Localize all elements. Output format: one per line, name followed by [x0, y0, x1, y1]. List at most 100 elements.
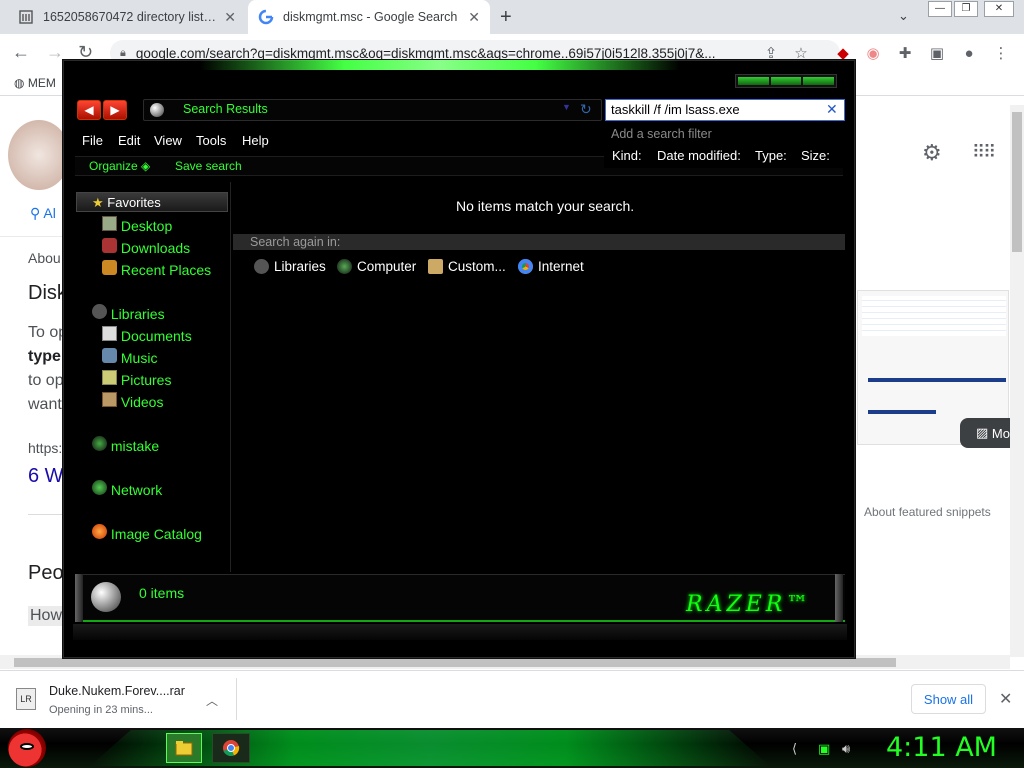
download-file-name[interactable]: Duke.Nukem.Forev....rar: [49, 684, 185, 698]
maximize-button[interactable]: [770, 77, 802, 85]
sidepanel-icon[interactable]: ▣: [928, 44, 946, 62]
nav-favorites[interactable]: ★ Favorites: [92, 195, 161, 211]
nav-desktop[interactable]: Desktop: [102, 216, 172, 234]
back-icon[interactable]: ←: [12, 42, 30, 63]
close-tab-icon[interactable]: ✕: [224, 9, 236, 26]
result-title[interactable]: 6 W: [28, 465, 64, 488]
menu-tools[interactable]: Tools: [196, 133, 226, 148]
image-icon: ▨: [976, 425, 989, 440]
computer-icon: [337, 259, 352, 274]
archive-file-icon: LR: [16, 688, 36, 710]
filter-date-modified[interactable]: Date modified:: [657, 148, 741, 163]
snippet-line: type: [28, 348, 61, 365]
search-again-libraries[interactable]: Libraries: [254, 259, 326, 274]
filter-kind[interactable]: Kind:: [612, 148, 642, 163]
tab-all[interactable]: ⚲ Al: [30, 205, 56, 222]
settings-gear-icon[interactable]: ⚙: [922, 140, 942, 166]
nav-pictures[interactable]: Pictures: [102, 370, 171, 388]
libraries-icon: [254, 259, 269, 274]
profile-icon[interactable]: ●: [960, 44, 978, 62]
tab-search-icon[interactable]: ⌄: [898, 8, 909, 24]
taskbar-clock[interactable]: 4:11 AM: [886, 732, 997, 763]
result-url[interactable]: https:: [28, 440, 62, 456]
nav-downloads[interactable]: Downloads: [102, 238, 190, 256]
menu-edit[interactable]: Edit: [118, 133, 140, 148]
save-search-button[interactable]: Save search: [175, 159, 242, 173]
pictures-icon: [102, 370, 117, 385]
vertical-scroll-thumb[interactable]: [1012, 112, 1022, 252]
google-doodle[interactable]: [8, 120, 70, 190]
new-tab-button[interactable]: +: [500, 6, 512, 29]
user-orb-icon: [92, 436, 107, 451]
search-again-computer[interactable]: Computer: [337, 259, 416, 274]
apps-grid-icon[interactable]: ⠿⠿: [972, 142, 996, 163]
nav-documents[interactable]: Documents: [102, 326, 192, 344]
close-tab-icon[interactable]: ✕: [468, 9, 480, 26]
clear-search-icon[interactable]: ✕: [826, 101, 838, 118]
about-text: Abou: [28, 250, 61, 266]
nav-libraries[interactable]: Libraries: [92, 304, 165, 322]
network-tray-icon[interactable]: ⟨: [792, 741, 797, 757]
music-icon: [102, 348, 117, 363]
forward-arrow-icon[interactable]: ▶: [103, 100, 127, 120]
image-catalog-icon: [92, 524, 107, 539]
close-window-button[interactable]: ✕: [984, 1, 1014, 17]
snippet-heading: Disk: [28, 282, 67, 304]
nav-network[interactable]: Network: [92, 480, 162, 498]
divider: [0, 236, 64, 237]
snippet-line: to op: [28, 372, 64, 389]
tab-title: 1652058670472 directory listing: [43, 10, 219, 24]
extension-icon-2[interactable]: ◉: [864, 44, 882, 62]
horizontal-scroll-thumb[interactable]: [14, 658, 896, 667]
minimize-button[interactable]: —: [928, 1, 952, 17]
back-arrow-icon[interactable]: ◀: [77, 100, 101, 120]
dropdown-arrow-icon[interactable]: ▼: [562, 102, 571, 112]
restore-button[interactable]: ❐: [954, 1, 978, 17]
search-again-custom[interactable]: Custom...: [428, 259, 506, 274]
tab-directory-listing[interactable]: 1652058670472 directory listing ✕: [8, 0, 246, 34]
menu-file[interactable]: File: [82, 133, 103, 148]
window-controls[interactable]: [735, 74, 837, 88]
taskbar-chrome-button[interactable]: [212, 733, 250, 763]
nav-music[interactable]: Music: [102, 348, 157, 366]
refresh-icon[interactable]: ↻: [580, 101, 592, 118]
search-orb-icon: [150, 103, 164, 117]
forward-icon[interactable]: →: [46, 42, 64, 63]
bookmark-mem[interactable]: ◍ MEM: [14, 76, 56, 90]
add-search-filter: Add a search filter: [611, 127, 712, 141]
more-images-button[interactable]: ▨ Mo: [960, 418, 1012, 448]
chrome-icon: [223, 740, 240, 757]
tab-google-search[interactable]: diskmgmt.msc - Google Search ✕: [248, 0, 490, 34]
nav-user-folder[interactable]: mistake: [92, 436, 159, 454]
globe-icon: ◍: [14, 76, 25, 90]
menu-view[interactable]: View: [154, 133, 182, 148]
filter-size[interactable]: Size:: [801, 148, 830, 163]
minimize-button[interactable]: [738, 77, 769, 85]
nav-videos[interactable]: Videos: [102, 392, 163, 410]
nav-recent-places[interactable]: Recent Places: [102, 260, 211, 278]
about-featured-snippets-link[interactable]: About featured snippets: [864, 505, 991, 519]
question-item[interactable]: How: [28, 606, 65, 626]
chevron-up-icon[interactable]: ︿: [206, 692, 218, 709]
puzzle-icon[interactable]: ✚: [896, 44, 914, 62]
filter-type[interactable]: Type:: [755, 148, 787, 163]
snippet-image-bar: [868, 410, 936, 414]
bird-eye-icon: [20, 743, 34, 750]
lock-icon: 🔒︎: [120, 46, 126, 59]
close-button[interactable]: [803, 77, 835, 85]
search-again-internet[interactable]: Internet: [518, 259, 584, 274]
taskbar-explorer-button[interactable]: [166, 733, 202, 763]
search-query-text: taskkill /f /im lsass.exe: [611, 102, 740, 117]
snippet-line: want: [28, 396, 62, 413]
google-icon: [258, 9, 274, 25]
menu-icon[interactable]: ⋮: [992, 44, 1010, 62]
show-all-button[interactable]: Show all: [911, 684, 986, 714]
razer-logo: RAZER™: [686, 592, 813, 617]
battery-tray-icon[interactable]: ▣: [818, 741, 830, 757]
back-forward-buttons: ◀ ▶: [77, 100, 127, 120]
menu-help[interactable]: Help: [242, 133, 269, 148]
nav-image-catalog[interactable]: Image Catalog: [92, 524, 202, 542]
volume-tray-icon[interactable]: 🔊︎: [842, 741, 850, 757]
close-icon[interactable]: ✕: [999, 689, 1012, 709]
organize-button[interactable]: Organize ◈: [89, 159, 150, 173]
